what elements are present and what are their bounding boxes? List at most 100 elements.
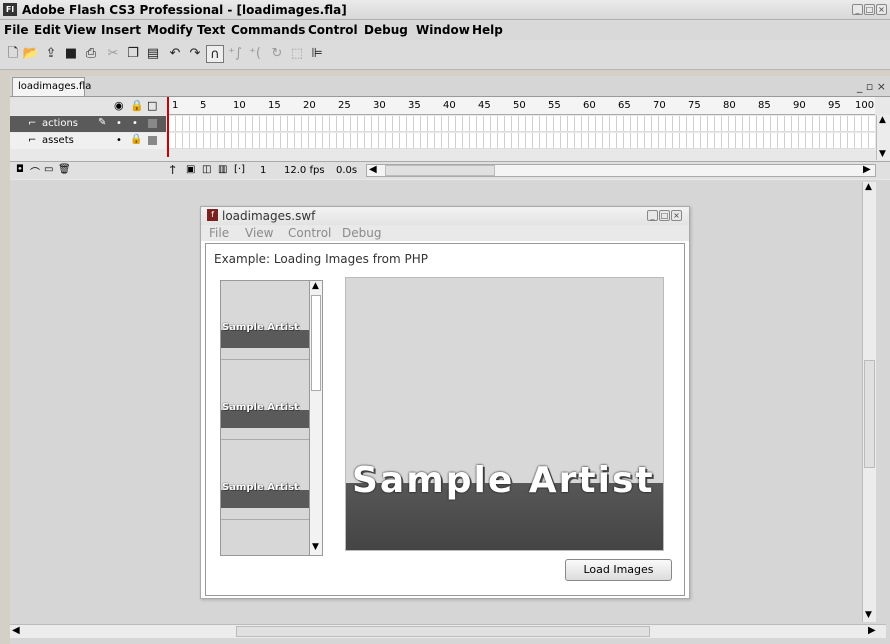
- frames-row-assets[interactable]: [169, 133, 875, 149]
- outline-swatch[interactable]: [148, 136, 157, 145]
- menu-window[interactable]: Window: [416, 23, 470, 37]
- frames-row-actions[interactable]: [169, 116, 875, 132]
- insert-layer-icon[interactable]: ◘: [16, 164, 24, 175]
- scroll-up-icon[interactable]: ▲: [865, 182, 872, 192]
- maximize-icon[interactable]: □: [659, 210, 670, 221]
- close-icon[interactable]: ×: [876, 4, 887, 15]
- onion-skin-icon[interactable]: ▣: [186, 164, 195, 175]
- scroll-left-icon[interactable]: ◀: [369, 164, 377, 175]
- onion-outline-icon[interactable]: ◫: [202, 164, 211, 175]
- import-icon[interactable]: ⇪: [42, 45, 60, 63]
- scroll-thumb[interactable]: [236, 626, 650, 637]
- menu-commands[interactable]: Commands: [231, 23, 305, 37]
- maximize-icon[interactable]: □: [864, 4, 875, 15]
- outline-swatch[interactable]: [148, 119, 157, 128]
- swf-menu-view[interactable]: View: [245, 226, 273, 240]
- minimize-icon[interactable]: _: [852, 4, 863, 15]
- lock-icon[interactable]: 🔒: [130, 134, 142, 145]
- frame-ruler[interactable]: 1 5 10 15 20 25 30 35 40 45 50 55 60 65 …: [169, 97, 875, 115]
- thumbnail-list-scrollbar[interactable]: ▲ ▼: [309, 281, 322, 555]
- onion-markers-icon[interactable]: [·]: [234, 164, 245, 175]
- scroll-left-icon[interactable]: ◀: [12, 625, 20, 636]
- menu-text[interactable]: Text: [197, 23, 225, 37]
- scroll-down-icon[interactable]: ▼: [865, 610, 872, 620]
- undo-icon[interactable]: ↶: [166, 45, 184, 63]
- swf-menu-control[interactable]: Control: [288, 226, 331, 240]
- open-icon[interactable]: 📂: [22, 45, 40, 63]
- layer-row-actions[interactable]: ⌐ actions ✎ • •: [10, 116, 166, 132]
- timeline-vertical-scrollbar[interactable]: ▲ ▼: [876, 115, 890, 160]
- new-icon[interactable]: 🗋: [4, 45, 22, 63]
- frame-number: 60: [583, 100, 596, 111]
- stage-vertical-scrollbar[interactable]: ▲ ▼: [862, 182, 876, 622]
- motion-guide-icon[interactable]: ⌒: [30, 164, 40, 179]
- swf-menu-bar: File View Control Debug: [201, 225, 689, 241]
- frame-number: 55: [548, 100, 561, 111]
- flash-player-icon: f: [207, 209, 218, 221]
- menu-view[interactable]: View: [64, 23, 96, 37]
- smooth-icon[interactable]: ⁺∫: [226, 45, 244, 63]
- scroll-up-icon[interactable]: ▲: [312, 281, 319, 291]
- swf-menu-file[interactable]: File: [209, 226, 229, 240]
- document-window-controls[interactable]: _ ▫ ×: [857, 80, 886, 93]
- rotate-icon[interactable]: ↻: [268, 45, 286, 63]
- timeline-horizontal-scrollbar[interactable]: ◀ ▶: [366, 164, 876, 177]
- layer-header: ◉ 🔒 □: [10, 97, 166, 115]
- layer-row-assets[interactable]: ⌐ assets • 🔒: [10, 133, 166, 149]
- center-frame-icon[interactable]: ϯ: [170, 164, 175, 175]
- outline-icon[interactable]: □: [147, 99, 157, 112]
- menu-file[interactable]: File: [4, 23, 29, 37]
- snap-magnet-icon[interactable]: ∩: [206, 45, 224, 63]
- menu-modify[interactable]: Modify: [147, 23, 193, 37]
- visibility-dot[interactable]: •: [116, 118, 122, 129]
- document-tab[interactable]: loadimages.fla: [12, 77, 91, 96]
- scroll-thumb[interactable]: [311, 295, 321, 391]
- load-images-button[interactable]: Load Images: [565, 559, 672, 581]
- scroll-right-icon[interactable]: ▶: [863, 164, 871, 175]
- frame-number: 25: [338, 100, 351, 111]
- edit-multiple-icon[interactable]: ▥: [218, 164, 227, 175]
- scale-icon[interactable]: ⬚: [288, 45, 306, 63]
- menu-debug[interactable]: Debug: [364, 23, 408, 37]
- thumbnail-item[interactable]: Sample Artist: [221, 281, 309, 360]
- visibility-dot[interactable]: •: [116, 135, 122, 146]
- paste-icon[interactable]: ▤: [144, 45, 162, 63]
- menu-edit[interactable]: Edit: [34, 23, 61, 37]
- frame-number: 70: [653, 100, 666, 111]
- scroll-thumb[interactable]: [385, 165, 495, 176]
- scroll-down-icon[interactable]: ▼: [879, 149, 886, 159]
- straighten-icon[interactable]: ⁺(: [246, 45, 264, 63]
- thumbnail-item[interactable]: Sample Artist: [221, 361, 309, 440]
- frame-number: 35: [408, 100, 421, 111]
- menu-insert[interactable]: Insert: [101, 23, 141, 37]
- align-icon[interactable]: ⊫: [308, 45, 326, 63]
- frame-number: 100: [855, 100, 875, 111]
- playhead[interactable]: [167, 97, 169, 157]
- redo-icon[interactable]: ↷: [186, 45, 204, 63]
- thumbnail-item[interactable]: Sample Artist: [221, 441, 309, 520]
- lock-icon[interactable]: 🔒: [130, 99, 144, 112]
- thumbnail-list[interactable]: Sample Artist Sample Artist Sample Artis…: [220, 280, 323, 556]
- menu-help[interactable]: Help: [472, 23, 503, 37]
- cut-icon[interactable]: ✂: [104, 45, 122, 63]
- print-icon[interactable]: ⎙: [82, 45, 100, 63]
- swf-menu-debug[interactable]: Debug: [342, 226, 381, 240]
- layer-icon: ⌐: [28, 118, 37, 129]
- menu-control[interactable]: Control: [308, 23, 358, 37]
- minimize-icon[interactable]: _: [647, 210, 658, 221]
- flash-app-icon: Fl: [3, 3, 17, 16]
- current-frame: 1: [260, 165, 267, 176]
- scroll-down-icon[interactable]: ▼: [312, 542, 319, 552]
- scroll-right-icon[interactable]: ▶: [868, 625, 876, 636]
- delete-layer-icon[interactable]: 🗑: [58, 164, 71, 175]
- close-icon[interactable]: ×: [671, 210, 682, 221]
- swf-title: loadimages.swf: [222, 209, 316, 223]
- stage-horizontal-scrollbar[interactable]: ◀ ▶: [10, 624, 886, 638]
- save-icon[interactable]: ■: [62, 45, 80, 63]
- scroll-thumb[interactable]: [864, 360, 875, 468]
- copy-icon[interactable]: ❐: [124, 45, 142, 63]
- insert-folder-icon[interactable]: ▭: [44, 164, 53, 175]
- lock-dot[interactable]: •: [132, 118, 138, 129]
- scroll-up-icon[interactable]: ▲: [879, 115, 886, 125]
- eye-icon[interactable]: ◉: [114, 99, 124, 112]
